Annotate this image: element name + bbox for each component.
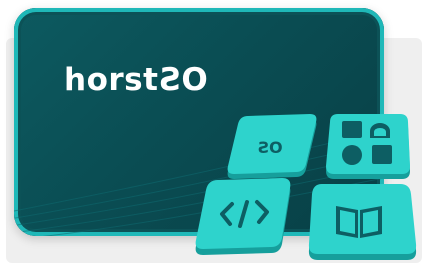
code-tile[interactable] — [195, 178, 291, 255]
app-tiles: OS — [195, 114, 417, 260]
os-tile[interactable]: OS — [227, 114, 317, 179]
os-logo-icon: OS — [257, 138, 282, 157]
os-tile-label: OS — [257, 138, 282, 157]
shapes-tile[interactable] — [326, 114, 410, 179]
book-tile[interactable] — [308, 184, 417, 260]
